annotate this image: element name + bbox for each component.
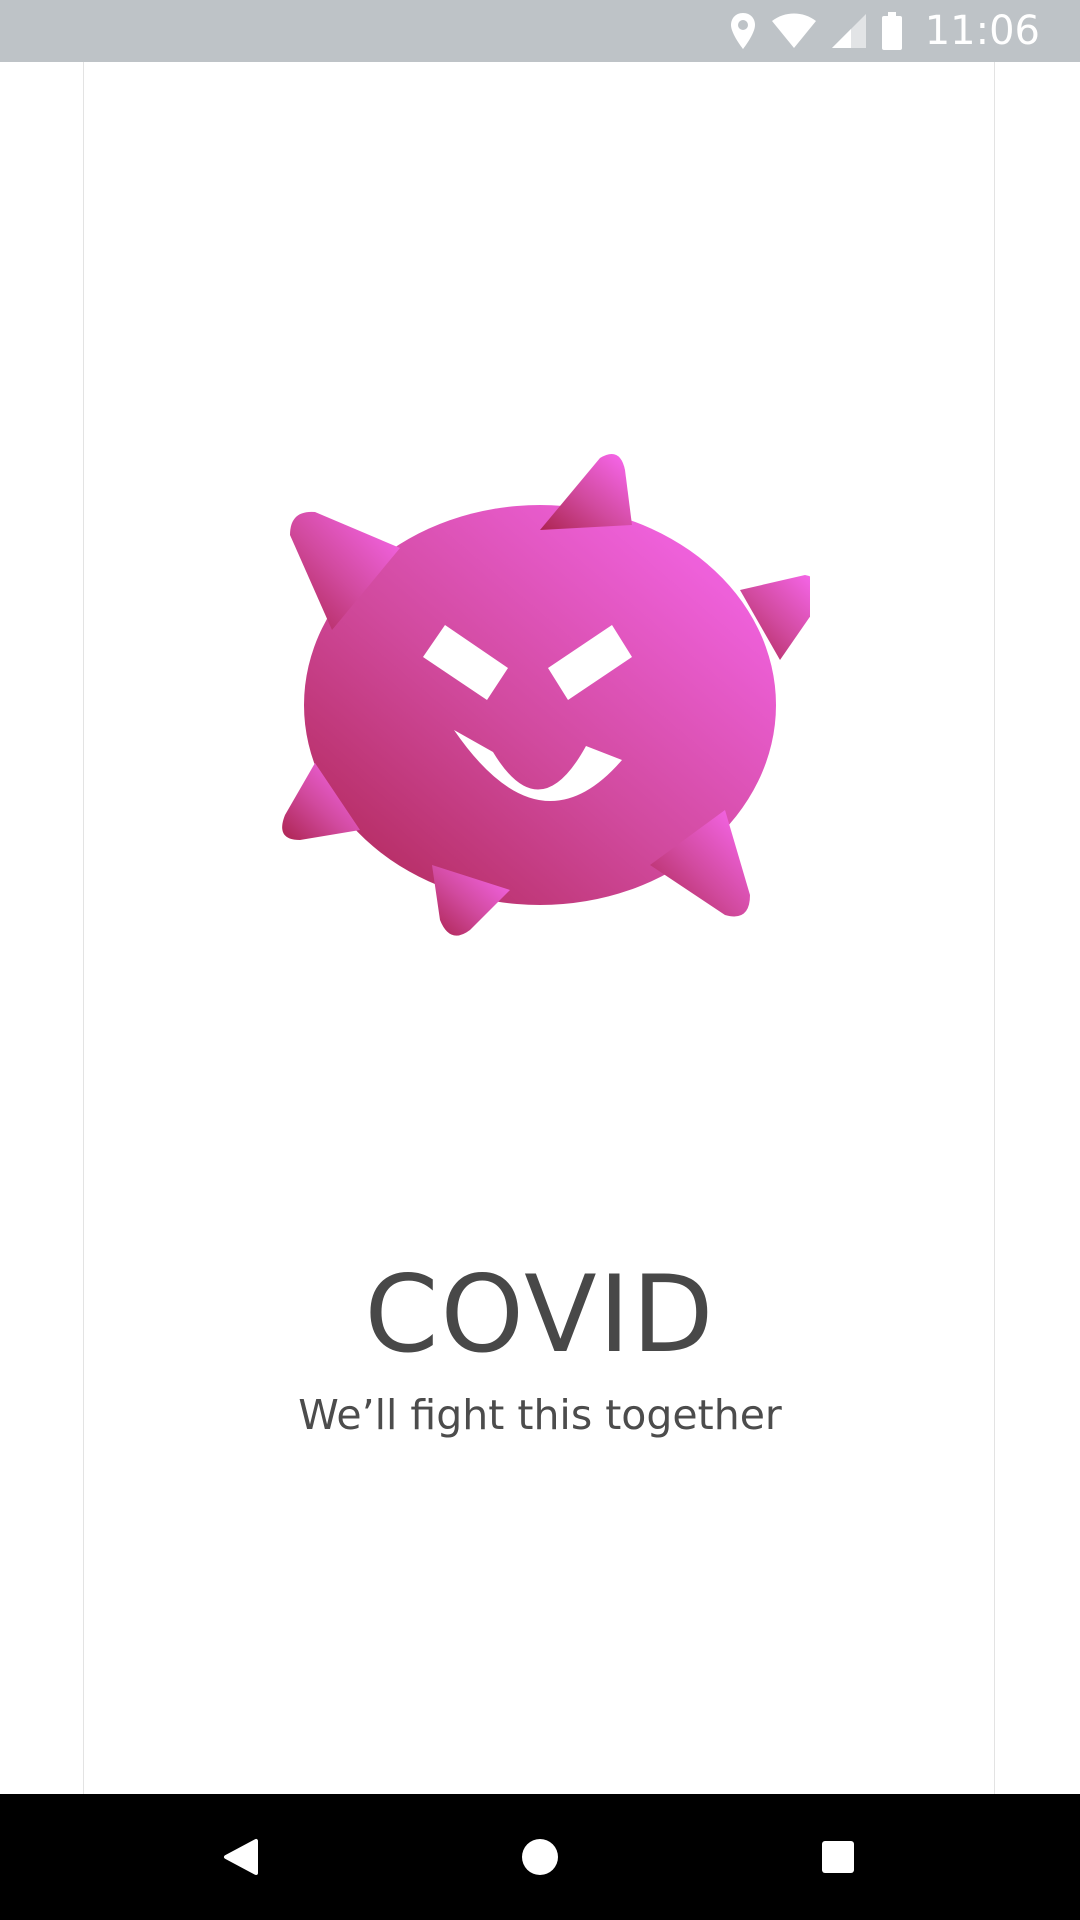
virus-mascot-icon [282, 454, 810, 936]
home-button[interactable] [480, 1794, 600, 1920]
app-tagline: We’ll fight this together [298, 1391, 782, 1439]
status-icons: 11:06 [729, 0, 1040, 62]
wifi-icon [771, 13, 816, 48]
navigation-bar [0, 1794, 1080, 1920]
status-time: 11:06 [924, 8, 1040, 54]
home-icon [522, 1839, 558, 1875]
recents-button[interactable] [778, 1794, 898, 1920]
status-bar: 11:06 [0, 0, 1080, 62]
signal-icon [831, 14, 866, 48]
recents-icon [822, 1841, 854, 1873]
back-button[interactable] [180, 1794, 300, 1920]
back-icon [224, 1839, 258, 1875]
app-title: COVID [364, 1253, 716, 1376]
battery-icon [881, 12, 902, 50]
location-icon [730, 13, 755, 49]
